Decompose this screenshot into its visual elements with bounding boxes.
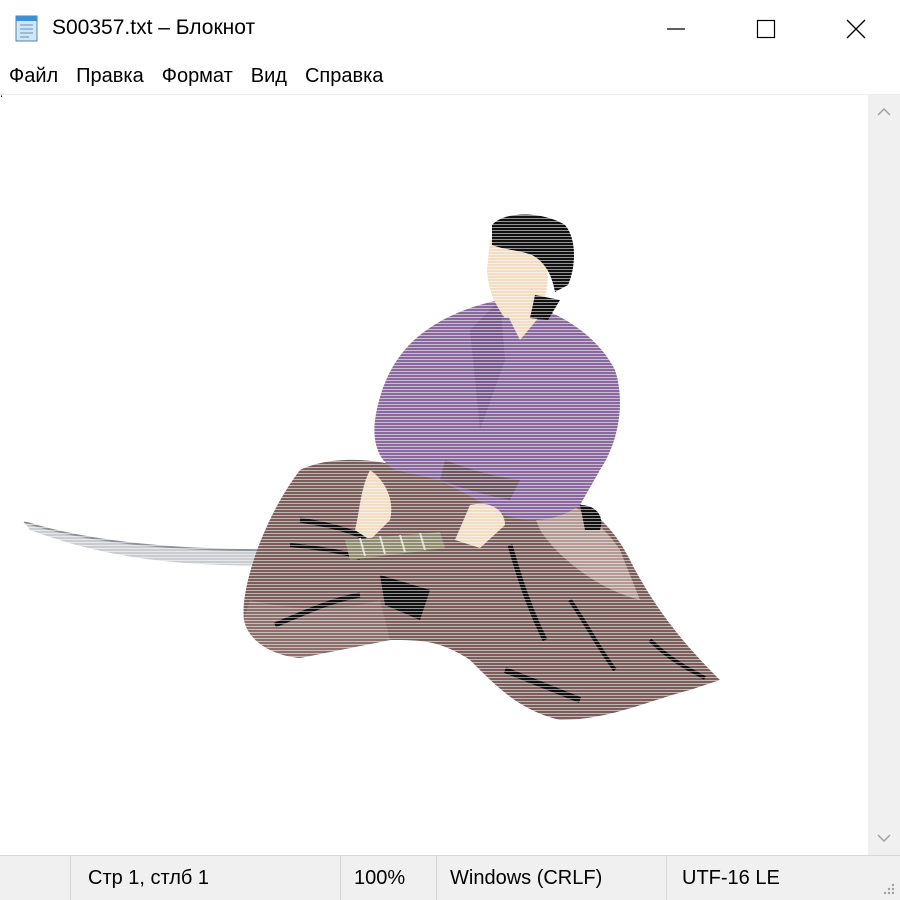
notepad-icon: [15, 15, 38, 42]
scroll-down-button[interactable]: [868, 821, 900, 855]
close-button[interactable]: [810, 0, 900, 58]
status-divider: [666, 856, 667, 900]
status-zoom: 100%: [354, 867, 406, 889]
resize-grip-icon[interactable]: [880, 880, 896, 896]
menu-bar: Файл Правка Формат Вид Справка: [0, 58, 900, 94]
status-divider: [70, 856, 71, 900]
status-bar: Стр 1, стлб 1 100% Windows (CRLF) UTF-16…: [0, 855, 900, 900]
menu-file[interactable]: Файл: [0, 58, 67, 94]
title-bar[interactable]: S00357.txt – Блокнот: [0, 0, 900, 58]
maximize-button[interactable]: [720, 0, 812, 58]
status-encoding: UTF-16 LE: [682, 867, 780, 889]
maximize-icon: [756, 19, 776, 39]
menu-format[interactable]: Формат: [153, 58, 242, 94]
status-divider: [436, 856, 437, 900]
menu-help[interactable]: Справка: [296, 58, 392, 94]
status-line-endings: Windows (CRLF): [450, 867, 603, 889]
close-icon: [846, 19, 866, 39]
scroll-up-button[interactable]: [868, 95, 900, 129]
status-cursor-position: Стр 1, стлб 1: [88, 867, 210, 889]
minimize-icon: [667, 28, 685, 30]
samurai-text-art: [0, 95, 868, 855]
chevron-up-icon: [877, 107, 891, 116]
menu-edit[interactable]: Правка: [67, 58, 153, 94]
vertical-scrollbar[interactable]: [868, 95, 900, 855]
menu-view[interactable]: Вид: [242, 58, 296, 94]
status-divider: [340, 856, 341, 900]
window-title: S00357.txt – Блокнот: [52, 16, 256, 39]
chevron-down-icon: [877, 834, 891, 843]
minimize-button[interactable]: [630, 0, 722, 58]
